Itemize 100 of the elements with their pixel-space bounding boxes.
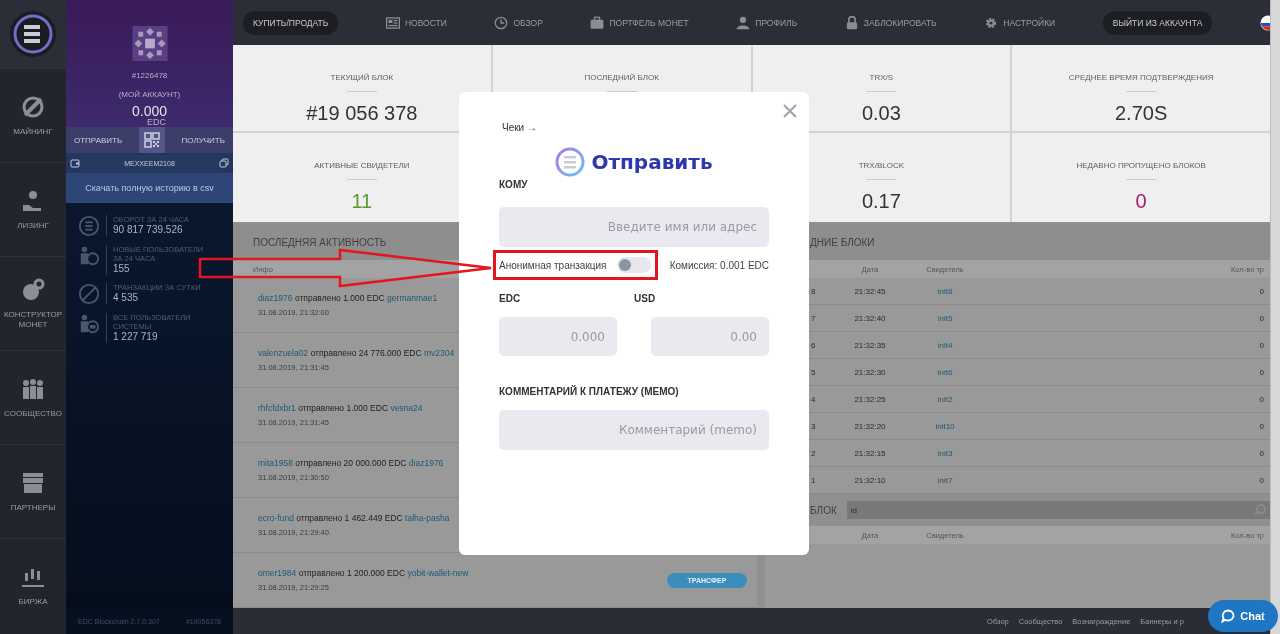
account-id: #1226478 [131, 71, 168, 80]
close-icon [783, 104, 797, 118]
user-link[interactable]: talha-pasha [405, 513, 450, 523]
memo-field[interactable]: Комментарий (memo) [499, 410, 769, 450]
nav-link[interactable]: ПОРТФЕЛЬ МОНЕТ [590, 15, 689, 30]
dialog-title: Отправить [591, 150, 713, 174]
user-link[interactable]: mv2304 [423, 348, 455, 358]
table-cell-text: 1 [810, 475, 817, 485]
field-label: EDC [499, 293, 522, 306]
table-cell-text: 0 [1258, 421, 1265, 431]
witness-link[interactable]: init2 [900, 394, 990, 404]
stat-label: НЕДАВНО ПРОПУЩЕНО БЛОКОВ [1076, 161, 1206, 171]
user-link[interactable]: omer1984 [258, 568, 297, 578]
stat-value: 11 [351, 190, 373, 212]
speech-bubble-icon [1221, 609, 1236, 623]
witness-link[interactable]: init7 [900, 475, 990, 485]
nav-link[interactable]: ЗАБЛОКИРОВАТЬ [844, 15, 937, 30]
fee-text: Комиссия: 0.001 EDC [669, 259, 769, 271]
stat-value: 155 [113, 263, 131, 275]
field-label: USD [634, 293, 657, 306]
crossed-circle-icon [78, 283, 100, 305]
scrollbar[interactable] [1270, 0, 1280, 634]
user-link[interactable]: germanmae1 [387, 293, 438, 303]
stat-value: 0.17 [861, 190, 901, 212]
nav-link[interactable]: НОВОСТИ [385, 15, 447, 30]
person-clock-icon [78, 245, 100, 267]
recipient-field[interactable]: Введите имя или адрес [499, 207, 769, 247]
nav-link[interactable]: ПРОФИЛЬ [736, 15, 798, 30]
stat-label: ПОСЛЕДНИЙ БЛОК [584, 73, 659, 83]
nav-button[interactable]: ВЫЙТИ ИЗ АККАУНТА [1102, 10, 1213, 35]
storefront-icon [21, 470, 45, 495]
nav-button[interactable]: КУПИТЬ/ПРОДАТЬ [243, 10, 339, 35]
stat-value: 2.70S [1115, 102, 1168, 124]
field-label: КОМУ [499, 179, 529, 192]
stat-value: #19 056 378 [306, 102, 418, 124]
activity-text: mita1958 отправлено 20 000.000 EDC diaz1976 [258, 458, 444, 469]
table-cell-text: 7 [810, 313, 817, 323]
send-button[interactable]: ОТПРАВИТЬ [66, 127, 131, 153]
witness-link[interactable]: init6 [900, 367, 990, 377]
activity-text: valenzuela02 отправлено 24 776.000 EDC mv2304 [258, 348, 455, 359]
field-label: КОММЕНТАРИЙ К ПЛАТЕЖУ (MEMO) [499, 386, 680, 399]
edc-amount-field[interactable]: 0.000 [499, 317, 617, 356]
witness-link[interactable]: init10 [900, 421, 990, 431]
coin-gear-icon [21, 277, 45, 302]
receive-button[interactable]: ПОЛУЧИТЬ [173, 127, 233, 153]
table-cell-text: 8 [810, 286, 817, 296]
user-link[interactable]: mita1958 [258, 458, 293, 468]
usd-amount-field[interactable]: 0.00 [651, 317, 769, 356]
activity-text: rhfcfdxbr1 отправлено 1.000 EDC vesna24 [258, 403, 423, 414]
briefcase-icon [590, 15, 605, 30]
table-cell-text: 0 [1258, 394, 1265, 404]
user-link[interactable]: diaz1976 [258, 293, 293, 303]
chat-button[interactable]: Chat [1208, 600, 1278, 632]
checks-link[interactable]: Чеки → [502, 122, 537, 133]
search-field[interactable]: id [846, 501, 1270, 519]
witness-link[interactable]: init3 [900, 448, 990, 458]
activity-text: ecro-fund отправлено 1 462.449 EDC talha-pasha [258, 513, 450, 524]
toggle-label: Анонимная транзакция [499, 259, 607, 271]
table-cell-text: 21:32:15 [853, 448, 887, 458]
download-csv-button[interactable]: Скачать полную историю в csv [66, 173, 233, 203]
panel-title: ДНИЕ БЛОКИ [810, 236, 875, 248]
user-link[interactable]: rhfcfdxbr1 [258, 403, 296, 413]
activity-text: diaz1976 отправлено 1.000 EDC germanmae1 [258, 293, 438, 304]
identicon-drawing [131, 26, 168, 61]
panel-title: ПОСЛЕДНЯЯ АКТИВНОСТЬ [253, 236, 387, 248]
stat-value: 0 [1135, 190, 1147, 212]
ring-icon [78, 215, 100, 237]
table-cell-text: 21:32:45 [853, 286, 887, 296]
table-cell-text: 0 [1258, 367, 1265, 377]
witness-link[interactable]: init8 [900, 286, 990, 296]
stat-value: 90 817 739.526 [113, 224, 184, 236]
logo-icon [9, 10, 57, 58]
table-cell-text: 3 [810, 421, 817, 431]
account-caption: (МОЙ АККАУНТ) [118, 90, 181, 99]
user-link[interactable]: valenzuela02 [258, 348, 309, 358]
clock-icon [494, 15, 509, 30]
witness-link[interactable]: init4 [900, 340, 990, 350]
table-cell-text: 21:32:20 [853, 421, 887, 431]
stat-label: TRX/S [869, 73, 894, 83]
user-link[interactable]: ecro-fund [258, 513, 294, 523]
table-cell-text: 21:32:25 [853, 394, 887, 404]
witness-link[interactable]: init5 [900, 313, 990, 323]
table-cell-text: 5 [810, 367, 817, 377]
search-label: БЛОК [810, 504, 837, 516]
newspaper-icon [385, 15, 400, 30]
user-link[interactable]: diaz1976 [408, 458, 444, 468]
stat-value: 1 227 719 [113, 331, 159, 343]
user-link[interactable]: yobit-wallet-new [407, 568, 469, 578]
nav-link[interactable]: ОБЗОР [494, 15, 543, 30]
qr-icon [138, 127, 165, 153]
stat-label: СРЕДНЕЕ ВРЕМЯ ПОДТВЕРЖДЕНИЯ [1068, 73, 1214, 83]
table-cell-text: 21:32:10 [853, 475, 887, 485]
table-cell-text: 21:32:40 [853, 313, 887, 323]
copy-icon [219, 158, 229, 168]
table-cell-text: 4 [810, 394, 817, 404]
nav-link[interactable]: НАСТРОЙКИ [984, 15, 1056, 30]
anonymous-toggle[interactable] [616, 257, 651, 273]
table-cell-text: 21:32:35 [853, 340, 887, 350]
wallet-icon [70, 158, 80, 168]
user-link[interactable]: vesna24 [390, 403, 423, 413]
